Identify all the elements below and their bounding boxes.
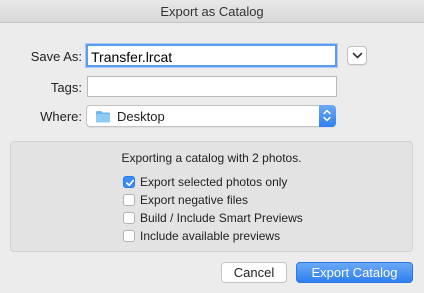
where-label: Where: [40,109,82,124]
export-negatives-label: Export negative files [140,193,249,207]
tags-field[interactable] [87,76,337,97]
folder-icon [96,111,110,123]
available-previews-checkbox[interactable] [123,230,135,242]
export-options-panel: Exporting a catalog with 2 photos. Expor… [10,141,413,252]
options-heading: Exporting a catalog with 2 photos. [121,151,302,165]
window-title: Export as Catalog [0,0,424,23]
export-negatives-checkbox[interactable] [123,194,135,206]
smart-previews-label: Build / Include Smart Previews [140,211,303,225]
where-popup-stepper[interactable] [319,105,336,127]
save-as-value: Transfer.lrcat [91,49,173,65]
available-previews-label: Include available previews [140,229,281,243]
export-selected-checkbox[interactable] [123,176,135,188]
smart-previews-checkbox[interactable] [123,212,135,224]
chevron-down-icon [352,52,363,59]
cancel-button[interactable]: Cancel [221,262,287,283]
tags-label: Tags: [50,80,82,95]
up-down-arrows-icon [323,109,331,122]
expand-dialog-button[interactable] [347,46,367,65]
checkmark-icon [126,179,135,187]
where-popup[interactable]: Desktop [86,105,336,127]
export-catalog-button[interactable]: Export Catalog [296,262,413,283]
save-as-field[interactable]: Transfer.lrcat [86,44,337,67]
save-as-label: Save As: [30,49,82,64]
where-value: Desktop [117,109,165,124]
export-selected-label: Export selected photos only [140,175,288,189]
